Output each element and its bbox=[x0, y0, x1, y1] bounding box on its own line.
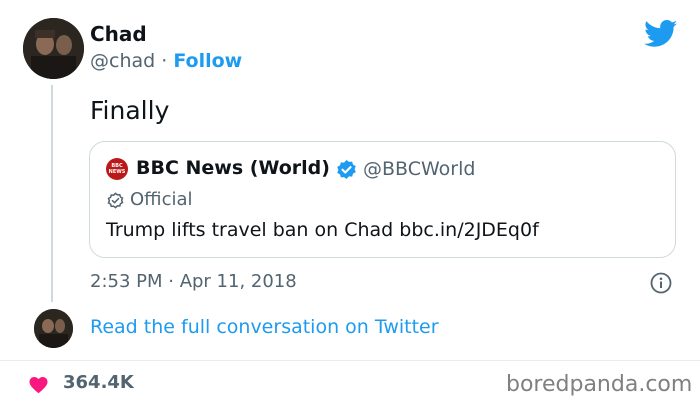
logo-line-2: NEWS bbox=[108, 169, 126, 175]
quoted-tweet-text: Trump lifts travel ban on Chad bbc.in/2J… bbox=[106, 219, 539, 241]
watermark: boredpanda.com bbox=[506, 372, 693, 397]
official-label: Official bbox=[130, 189, 193, 210]
info-icon[interactable] bbox=[650, 272, 672, 294]
embedded-tweet: Chad @chad · Follow Finally BBC NEWS BBC… bbox=[0, 0, 700, 413]
verified-badge-icon bbox=[337, 159, 356, 180]
read-full-conversation-link[interactable]: Read the full conversation on Twitter bbox=[90, 316, 439, 338]
official-check-icon bbox=[107, 192, 124, 209]
author-handle-row: @chad · Follow bbox=[90, 50, 242, 72]
divider bbox=[0, 360, 700, 361]
quoted-author-handle[interactable]: @BBCWorld bbox=[363, 158, 475, 180]
author-avatar[interactable] bbox=[23, 18, 84, 79]
quoted-tweet[interactable]: BBC NEWS BBC News (World) @BBCWorld Offi… bbox=[89, 141, 676, 258]
thread-line bbox=[51, 85, 53, 302]
twitter-bird-icon[interactable] bbox=[644, 20, 678, 48]
small-avatar[interactable] bbox=[34, 309, 73, 348]
follow-button[interactable]: Follow bbox=[173, 50, 242, 72]
author-name[interactable]: Chad bbox=[90, 22, 147, 46]
like-count[interactable]: 364.4K bbox=[63, 372, 134, 393]
separator: · bbox=[155, 50, 174, 72]
tweet-timestamp[interactable]: 2:53 PM · Apr 11, 2018 bbox=[90, 271, 297, 292]
bbc-news-logo: BBC NEWS bbox=[106, 158, 128, 180]
author-handle[interactable]: @chad bbox=[90, 50, 155, 72]
quoted-author-name[interactable]: BBC News (World) bbox=[136, 157, 330, 179]
tweet-text: Finally bbox=[90, 96, 170, 125]
heart-icon[interactable] bbox=[28, 374, 49, 394]
